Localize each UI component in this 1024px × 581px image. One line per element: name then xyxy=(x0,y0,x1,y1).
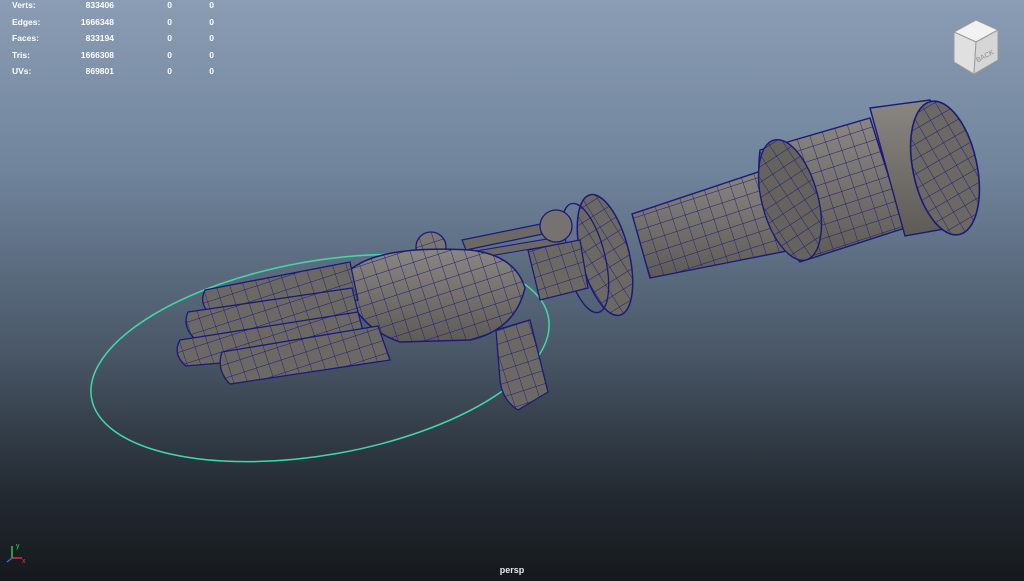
viewport-model[interactable] xyxy=(0,0,1024,581)
axis-y-label: y xyxy=(16,543,20,550)
axis-x-label: x xyxy=(22,558,26,564)
robot-arm-mesh[interactable] xyxy=(176,95,990,411)
viewcube[interactable]: BACK xyxy=(950,18,1002,76)
axis-z-line xyxy=(6,557,13,563)
camera-name-label: persp xyxy=(499,565,525,575)
thumb[interactable] xyxy=(495,319,549,411)
axis-gizmo: y x xyxy=(6,543,26,564)
